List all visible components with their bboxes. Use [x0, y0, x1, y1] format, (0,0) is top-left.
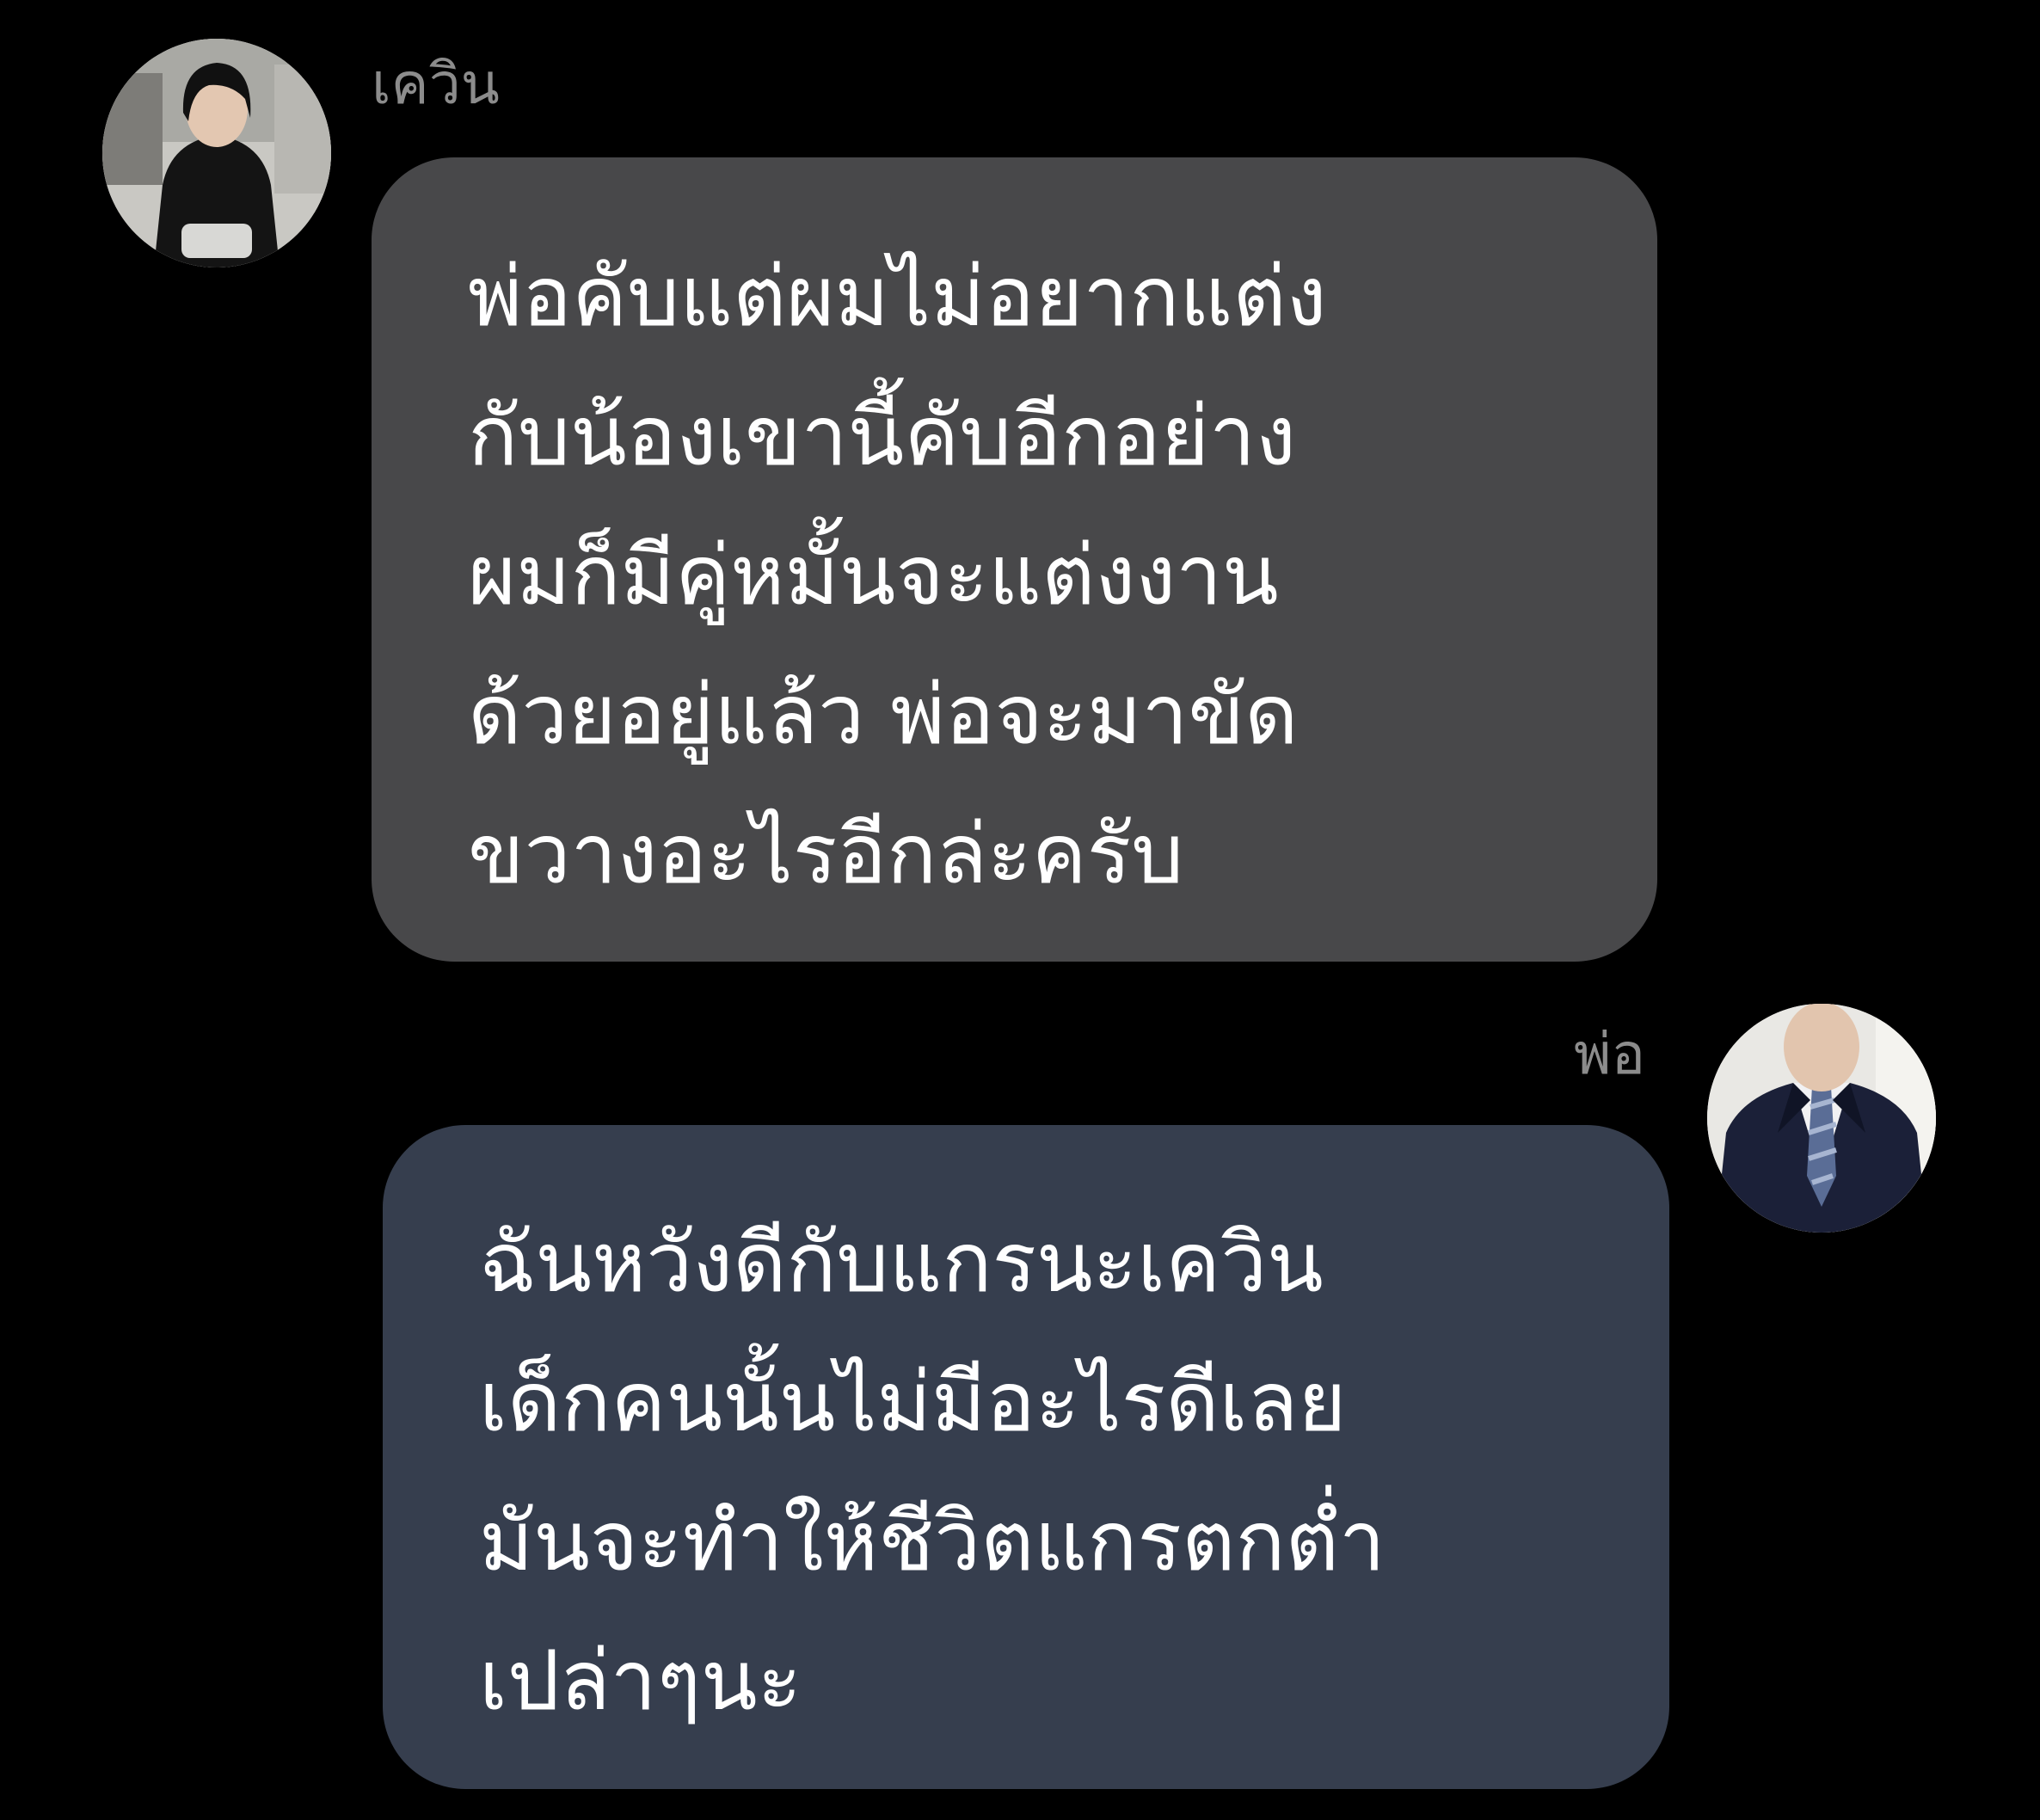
outgoing-message-bubble[interactable]: ฉันหวังดีกับแกรนะเควิน เด็กคนนั้นไม่มีอะ…	[383, 1125, 1669, 1789]
sender-name: พ่อ	[1574, 1021, 1646, 1087]
sender-avatar-father[interactable]	[1707, 1004, 1936, 1233]
message-line: เปล่าๆนะ	[479, 1632, 802, 1729]
message-line: ผมก็มีคู่หมั้นจะแต่งงาน	[468, 527, 1279, 624]
message-line: พ่อคับแต่ผมไม่อยากแต่ง	[468, 249, 1327, 345]
message-line: กับน้องเขานี้คับอีกอย่าง	[468, 388, 1296, 484]
man-in-suit-photo-icon	[1707, 1004, 1936, 1233]
incoming-message-bubble[interactable]: พ่อคับแต่ผมไม่อยากแต่ง กับน้องเขานี้คับอ…	[372, 157, 1657, 962]
message-line: ฉันหวังดีกับแกรนะเควิน	[479, 1214, 1324, 1311]
message-line: เด็กคนนั้นไม่มีอะไรดีเลย	[479, 1354, 1347, 1450]
message-line: ด้วยอยู่แล้ว พ่อจะมาขัด	[468, 667, 1299, 763]
sender-avatar-kevin[interactable]	[102, 39, 331, 267]
young-man-photo-icon	[102, 39, 331, 267]
message-line: ขวางอะไรอีกล่ะครับ	[468, 806, 1184, 902]
message-line: มันจะทำให้ชีวิตแกรตกต่ำ	[479, 1493, 1386, 1589]
sender-name: เควิน	[372, 51, 500, 117]
